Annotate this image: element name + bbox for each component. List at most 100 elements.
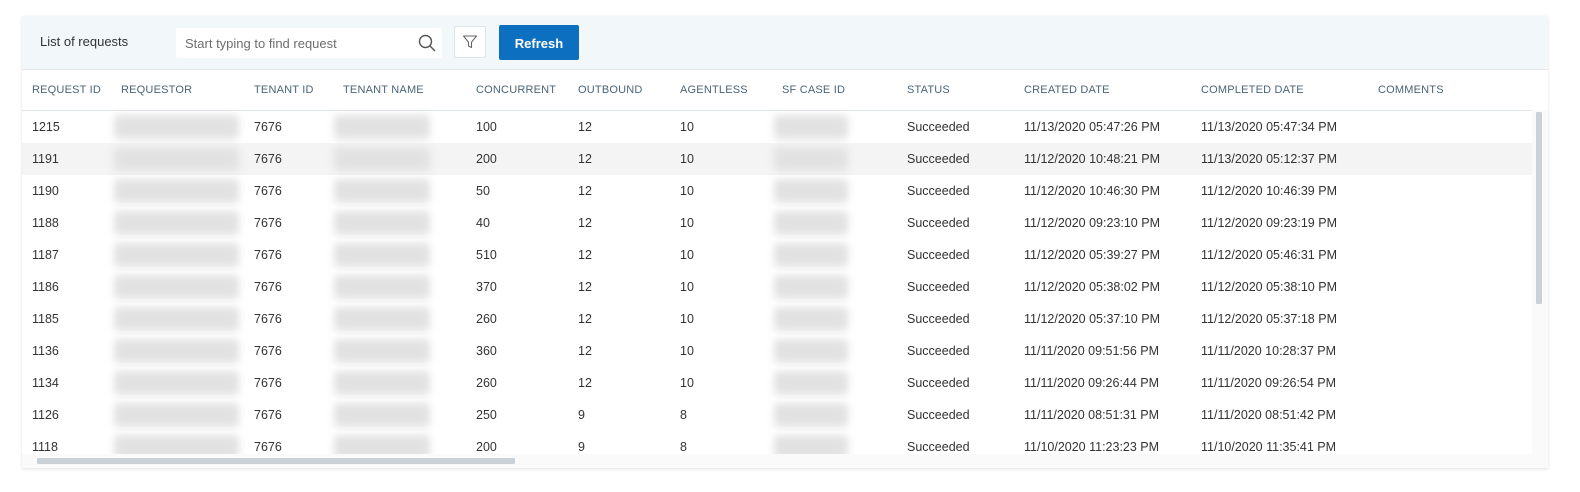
cell-tenant-id: 7676: [254, 344, 282, 358]
cell-tenant-id: 7676: [254, 312, 282, 326]
table-row[interactable]: 1126 7676 250 9 8 Succeeded 11/11/2020 0…: [22, 399, 1532, 432]
table-row[interactable]: 1190 7676 50 12 10 Succeeded 11/12/2020 …: [22, 175, 1532, 208]
cell-request-id: 1134: [32, 376, 59, 390]
cell-agentless: 10: [680, 184, 694, 198]
cell-agentless: 10: [680, 376, 694, 390]
cell-request-id: 1187: [32, 248, 59, 262]
column-header-tenant-id[interactable]: TENANT ID: [254, 84, 314, 96]
cell-outbound: 12: [578, 184, 592, 198]
cell-created-date: 11/12/2020 10:48:21 PM: [1024, 152, 1160, 166]
column-header-completed-date[interactable]: COMPLETED DATE: [1201, 84, 1304, 96]
redacted-requestor: [114, 243, 239, 267]
filter-icon: [462, 35, 478, 49]
cell-created-date: 11/10/2020 11:23:23 PM: [1024, 440, 1160, 454]
filter-button[interactable]: [454, 26, 486, 58]
cell-created-date: 11/11/2020 09:26:44 PM: [1024, 376, 1160, 390]
redacted-sf-case-id: [774, 147, 848, 171]
table-row[interactable]: 1186 7676 370 12 10 Succeeded 11/12/2020…: [22, 271, 1532, 304]
redacted-sf-case-id: [774, 307, 848, 331]
column-header-agentless[interactable]: AGENTLESS: [680, 84, 748, 96]
cell-outbound: 12: [578, 376, 592, 390]
horizontal-scrollbar-thumb[interactable]: [37, 458, 515, 464]
column-header-created-date[interactable]: CREATED DATE: [1024, 84, 1110, 96]
cell-concurrent: 360: [476, 344, 497, 358]
table-row[interactable]: 1185 7676 260 12 10 Succeeded 11/12/2020…: [22, 303, 1532, 336]
cell-request-id: 1126: [32, 408, 59, 422]
column-header-requestor[interactable]: REQUESTOR: [121, 84, 192, 96]
cell-completed-date: 11/12/2020 05:38:10 PM: [1201, 280, 1337, 294]
table-row[interactable]: 1136 7676 360 12 10 Succeeded 11/11/2020…: [22, 335, 1532, 368]
redacted-requestor: [114, 115, 239, 139]
search-icon[interactable]: [418, 34, 436, 52]
redacted-tenant-name: [334, 275, 430, 299]
cell-concurrent: 510: [476, 248, 497, 262]
redacted-sf-case-id: [774, 339, 848, 363]
cell-completed-date: 11/12/2020 09:23:19 PM: [1201, 216, 1337, 230]
cell-status: Succeeded: [907, 312, 970, 326]
cell-completed-date: 11/13/2020 05:47:34 PM: [1201, 120, 1337, 134]
cell-created-date: 11/13/2020 05:47:26 PM: [1024, 120, 1160, 134]
search-box[interactable]: [176, 28, 442, 58]
cell-tenant-id: 7676: [254, 408, 282, 422]
column-header-comments[interactable]: COMMENTS: [1378, 84, 1444, 96]
redacted-sf-case-id: [774, 115, 848, 139]
redacted-tenant-name: [334, 115, 430, 139]
cell-request-id: 1136: [32, 344, 59, 358]
column-header-concurrent[interactable]: CONCURRENT: [476, 84, 556, 96]
redacted-tenant-name: [334, 243, 430, 267]
cell-status: Succeeded: [907, 120, 970, 134]
requests-panel: List of requests Refresh REQUEST ID REQU…: [22, 16, 1548, 468]
page-title: List of requests: [40, 34, 129, 49]
redacted-sf-case-id: [774, 371, 848, 395]
cell-outbound: 12: [578, 152, 592, 166]
redacted-tenant-name: [334, 147, 430, 171]
cell-concurrent: 200: [476, 440, 497, 454]
column-header-outbound[interactable]: OUTBOUND: [578, 84, 643, 96]
cell-tenant-id: 7676: [254, 248, 282, 262]
column-header-sf-case-id[interactable]: SF CASE ID: [782, 84, 845, 96]
table-row[interactable]: 1134 7676 260 12 10 Succeeded 11/11/2020…: [22, 367, 1532, 400]
cell-tenant-id: 7676: [254, 376, 282, 390]
redacted-tenant-name: [334, 403, 430, 427]
redacted-requestor: [114, 403, 239, 427]
cell-completed-date: 11/12/2020 05:46:31 PM: [1201, 248, 1337, 262]
cell-concurrent: 260: [476, 312, 497, 326]
cell-created-date: 11/12/2020 10:46:30 PM: [1024, 184, 1160, 198]
column-header-status[interactable]: STATUS: [907, 84, 950, 96]
cell-agentless: 10: [680, 216, 694, 230]
redacted-tenant-name: [334, 179, 430, 203]
refresh-button[interactable]: Refresh: [499, 25, 579, 60]
vertical-scrollbar[interactable]: [1532, 110, 1548, 468]
table-row[interactable]: 1188 7676 40 12 10 Succeeded 11/12/2020 …: [22, 207, 1532, 240]
redacted-requestor: [114, 339, 239, 363]
table-row[interactable]: 1215 7676 100 12 10 Succeeded 11/13/2020…: [22, 111, 1532, 144]
column-header-tenant-name[interactable]: TENANT NAME: [343, 84, 424, 96]
toolbar: List of requests Refresh: [22, 16, 1548, 70]
cell-concurrent: 50: [476, 184, 490, 198]
cell-status: Succeeded: [907, 184, 970, 198]
search-input[interactable]: [176, 28, 406, 58]
cell-status: Succeeded: [907, 152, 970, 166]
cell-tenant-id: 7676: [254, 440, 282, 454]
redacted-requestor: [114, 307, 239, 331]
table-row[interactable]: 1187 7676 510 12 10 Succeeded 11/12/2020…: [22, 239, 1532, 272]
cell-request-id: 1215: [32, 120, 60, 134]
cell-tenant-id: 7676: [254, 120, 282, 134]
cell-concurrent: 200: [476, 152, 497, 166]
cell-agentless: 10: [680, 280, 694, 294]
cell-outbound: 9: [578, 440, 585, 454]
column-header-request-id[interactable]: REQUEST ID: [32, 84, 101, 96]
cell-agentless: 10: [680, 248, 694, 262]
redacted-requestor: [114, 211, 239, 235]
cell-agentless: 10: [680, 344, 694, 358]
redacted-requestor: [114, 275, 239, 299]
table-row[interactable]: 1191 7676 200 12 10 Succeeded 11/12/2020…: [22, 143, 1532, 176]
cell-outbound: 12: [578, 216, 592, 230]
cell-request-id: 1118: [32, 440, 58, 454]
cell-completed-date: 11/13/2020 05:12:37 PM: [1201, 152, 1337, 166]
redacted-tenant-name: [334, 307, 430, 331]
vertical-scrollbar-thumb[interactable]: [1536, 112, 1542, 304]
horizontal-scrollbar[interactable]: [22, 454, 1532, 468]
cell-agentless: 10: [680, 152, 694, 166]
cell-concurrent: 370: [476, 280, 497, 294]
